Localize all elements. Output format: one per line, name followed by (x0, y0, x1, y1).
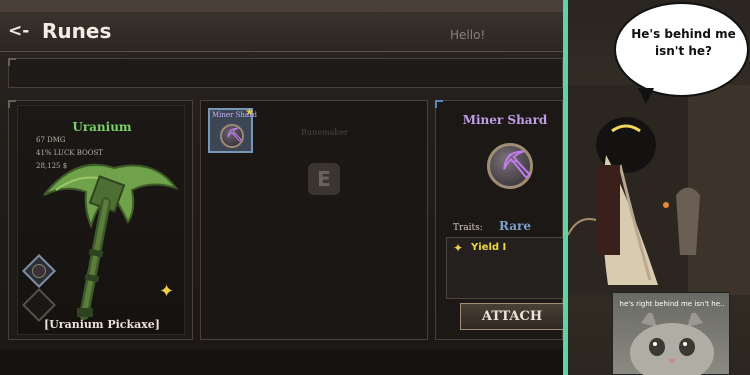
favorite-star-icon: ★ (245, 107, 254, 118)
item-name: Uranium (72, 120, 132, 134)
speech-tail (638, 88, 654, 104)
roblox-avatar-image (568, 85, 750, 295)
sparkle-icon: ✦ (453, 241, 464, 255)
rune-title: Miner Shard (462, 113, 548, 127)
attach-button[interactable]: ATTACH (460, 303, 563, 330)
pickaxe-rune-icon: ⛏ (220, 124, 244, 148)
title-bar: <- Runes Hello! (0, 12, 563, 52)
rarity-label: Rare (499, 219, 531, 233)
item-card: Uranium 67 DMG 41% LUCK BOOST 28,125 $ [… (8, 100, 193, 340)
rune-inventory-grid: Miner Shard ★ ⛏ Runemaker E (200, 100, 428, 340)
rune-slot-miner-shard[interactable]: Miner Shard ★ ⛏ (208, 107, 257, 153)
cat-caption: he's right behind me isn't he.. (619, 300, 725, 308)
pickaxe-rune-icon: ⛏ (487, 143, 533, 189)
corner-decor (8, 100, 16, 108)
bottom-strip (0, 350, 563, 375)
sparkle-icon: ✦ (159, 281, 175, 302)
trait-name: Yield I (471, 242, 507, 253)
chat-bubble: Hello! (450, 28, 486, 42)
cat-face-image (630, 313, 714, 375)
meme-panel: He's behind me isn't he? he's right behi… (568, 0, 750, 375)
cat-meme-inset: he's right behind me isn't he.. (612, 292, 730, 375)
rune-detail-panel: Miner Shard ⛏ Traits: Rare ✦ Yield I ATT… (435, 100, 563, 340)
speech-text: He's behind me isn't he? (631, 27, 736, 58)
back-button[interactable]: <- (8, 21, 29, 41)
rune-slot-icon (32, 264, 46, 278)
filter-bar[interactable] (8, 58, 563, 88)
corner-decor (8, 58, 16, 66)
corner-decor (435, 100, 443, 108)
interact-key-hint: E (308, 163, 340, 195)
traits-label: Traits: (453, 223, 483, 233)
game-screen: <- Runes Hello! Uranium 67 DMG 41% LUCK … (0, 0, 563, 375)
item-caption: [Uranium Pickaxe] (43, 318, 161, 331)
background-npc-label: Runemaker (301, 128, 348, 137)
page-title: Runes (42, 19, 112, 43)
speech-bubble: He's behind me isn't he? (614, 2, 749, 97)
traits-list: ✦ Yield I (446, 237, 563, 299)
top-strip (0, 0, 563, 12)
